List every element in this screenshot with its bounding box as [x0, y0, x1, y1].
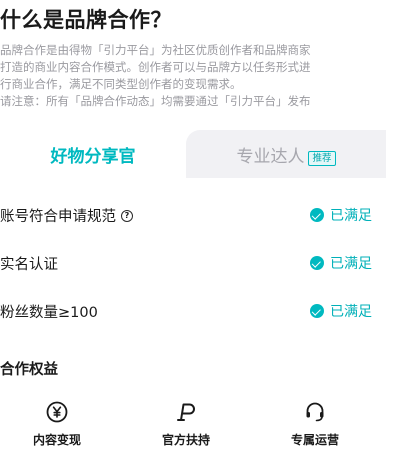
description-line: 打造的商业内容合作模式。创作者可以与品牌方以任务形式进 [0, 60, 311, 74]
tab-goods-sharer-label: 好物分享官 [50, 146, 136, 167]
status-text: 已满足 [330, 304, 372, 320]
recommend-badge: 推荐 [308, 150, 336, 166]
headset-icon [306, 402, 324, 422]
check-circle-icon [310, 304, 324, 318]
status-text: 已满足 [330, 208, 372, 224]
check-circle-icon [310, 256, 324, 270]
benefits-title: 合作权益 [0, 362, 58, 378]
requirement-label: 账号符合申请规范 [0, 209, 116, 225]
requirement-label: 实名认证 [0, 257, 58, 273]
requirement-row: 实名认证 已满足 [0, 250, 400, 274]
benefit-label: 专属运营 [290, 433, 339, 447]
benefit-label: 官方扶持 [161, 433, 210, 447]
requirement-row: 粉丝数量≥100 已满足 [0, 298, 400, 322]
tab-professional-expert[interactable]: 专业达人 推荐 [186, 130, 386, 178]
benefit-label: 内容变现 [32, 433, 81, 447]
requirement-status: 已满足 [310, 253, 372, 273]
status-text: 已满足 [330, 256, 372, 272]
requirement-label: 粉丝数量≥100 [0, 305, 98, 321]
page-title: 什么是品牌合作？ [0, 8, 172, 32]
benefit-dedicated-operation[interactable]: 专属运营 [270, 400, 360, 448]
requirement-status: 已满足 [310, 205, 372, 225]
support-p-icon [177, 403, 195, 421]
benefit-official-support[interactable]: 官方扶持 [141, 400, 231, 448]
tab-goods-sharer[interactable]: 好物分享官 [0, 130, 186, 178]
requirement-row: 账号符合申请规范 ? 已满足 [0, 202, 400, 226]
description: 品牌合作是由得物「引力平台」为社区优质创作者和品牌商家 打造的商业内容合作模式。… [0, 42, 400, 110]
benefit-content-monetization[interactable]: 内容变现 [12, 400, 102, 448]
description-line: 品牌合作是由得物「引力平台」为社区优质创作者和品牌商家 [0, 43, 311, 57]
role-tabs: 好物分享官 专业达人 推荐 [0, 130, 400, 178]
yen-coin-icon [46, 401, 68, 423]
requirement-status: 已满足 [310, 301, 372, 321]
help-icon[interactable]: ? [121, 209, 133, 222]
description-line: 行商业合作，满足不同类型创作者的变现需求。 [0, 77, 242, 91]
tab-professional-expert-label: 专业达人 [236, 146, 305, 167]
description-fade [0, 108, 400, 130]
check-circle-icon [310, 208, 324, 222]
